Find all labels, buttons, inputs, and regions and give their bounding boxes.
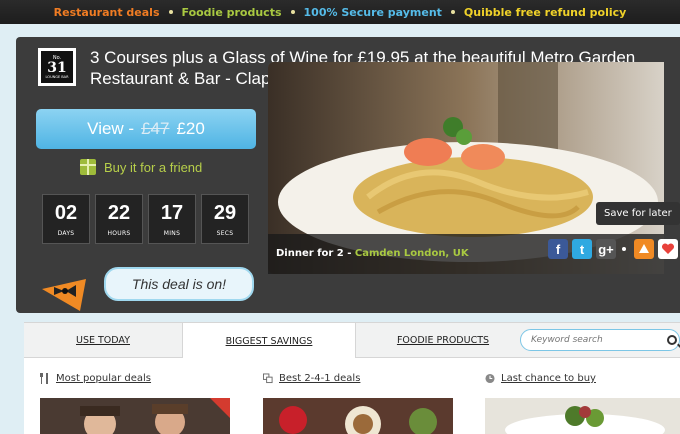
topbar-item-secure-payment: 100% Secure payment (303, 5, 442, 19)
caption-prefix: Dinner for 2 - (276, 248, 355, 259)
countdown-value: 02 (54, 201, 78, 224)
countdown-hours: 22 HOURS (95, 194, 143, 244)
logo-subtitle: LOUNGE BAR (45, 74, 69, 79)
countdown-timer: 02 DAYS 22 HOURS 17 MINS 29 SECS (42, 194, 249, 244)
deal-thumbnail-popular[interactable] (40, 398, 230, 434)
tab-use-today[interactable]: USE TODAY (24, 323, 182, 358)
search-input[interactable] (531, 335, 641, 345)
logo-number: 31 (47, 59, 67, 76)
deal-status-bubble: This deal is on! (104, 267, 254, 301)
section-label: Most popular deals (56, 373, 152, 384)
cutlery-icon (40, 373, 48, 384)
countdown-mins: 17 MINS (148, 194, 196, 244)
tab-foodie-products[interactable]: FOODIE PRODUCTS (356, 323, 530, 358)
countdown-unit: MINS (163, 229, 181, 237)
deal-thumbnail-last-chance[interactable] (485, 398, 680, 434)
search-icon[interactable] (667, 335, 677, 345)
countdown-days: 02 DAYS (42, 194, 90, 244)
countdown-unit: SECS (216, 229, 234, 237)
clock-icon (485, 373, 495, 384)
bowtie-icon (42, 279, 86, 311)
countdown-unit: DAYS (57, 229, 75, 237)
topbar-item-restaurant-deals[interactable]: Restaurant deals (54, 6, 160, 19)
copy-icon (263, 373, 273, 384)
page-background-strip (0, 24, 16, 434)
countdown-value: 29 (213, 201, 237, 224)
restaurant-logo[interactable]: No. 31 LOUNGE BAR (38, 48, 76, 86)
google-plus-share-button[interactable]: g+ (596, 239, 616, 259)
separator-dot (450, 10, 455, 14)
section-label: Last chance to buy (501, 373, 596, 384)
favourite-button[interactable] (658, 239, 678, 259)
countdown-value: 22 (107, 201, 131, 224)
photo-caption: Dinner for 2 - Camden London, UK (276, 248, 469, 259)
countdown-value: 17 (160, 201, 184, 224)
buy-for-friend-link[interactable]: Buy it for a friend (80, 159, 202, 175)
view-label: View - (87, 119, 135, 138)
caption-location[interactable]: Camden London, UK (355, 248, 469, 259)
separator-dot (290, 10, 295, 14)
view-deal-button[interactable]: View - £47 £20 (36, 109, 256, 149)
heart-icon (661, 243, 675, 254)
top-info-bar: Restaurant deals Foodie products 100% Se… (0, 0, 680, 24)
countdown-unit: HOURS (107, 229, 131, 237)
separator-dot (168, 10, 173, 14)
facebook-share-button[interactable]: f (548, 239, 568, 259)
separator-dot (622, 247, 626, 251)
buy-for-friend-label: Buy it for a friend (104, 159, 203, 175)
section-last-chance[interactable]: Last chance to buy (485, 373, 596, 384)
twitter-share-button[interactable]: t (572, 239, 592, 259)
gift-icon (80, 159, 96, 175)
old-price: £47 (141, 119, 170, 138)
topbar-item-refund-policy[interactable]: Quibble free refund policy (464, 6, 626, 19)
tab-biggest-savings[interactable]: BIGGEST SAVINGS (182, 323, 356, 359)
save-later-button[interactable] (634, 239, 654, 259)
upload-icon (639, 244, 649, 253)
topbar-item-foodie-products[interactable]: Foodie products (182, 6, 282, 19)
deal-thumbnail-241[interactable] (263, 398, 453, 434)
new-price: £20 (176, 119, 205, 138)
save-for-later-tooltip: Save for later (596, 202, 680, 225)
countdown-secs: 29 SECS (201, 194, 249, 244)
section-most-popular[interactable]: Most popular deals (40, 373, 151, 384)
section-label: Best 2-4-1 deals (279, 373, 361, 384)
section-best-241[interactable]: Best 2-4-1 deals (263, 373, 360, 384)
search-box (520, 329, 680, 351)
